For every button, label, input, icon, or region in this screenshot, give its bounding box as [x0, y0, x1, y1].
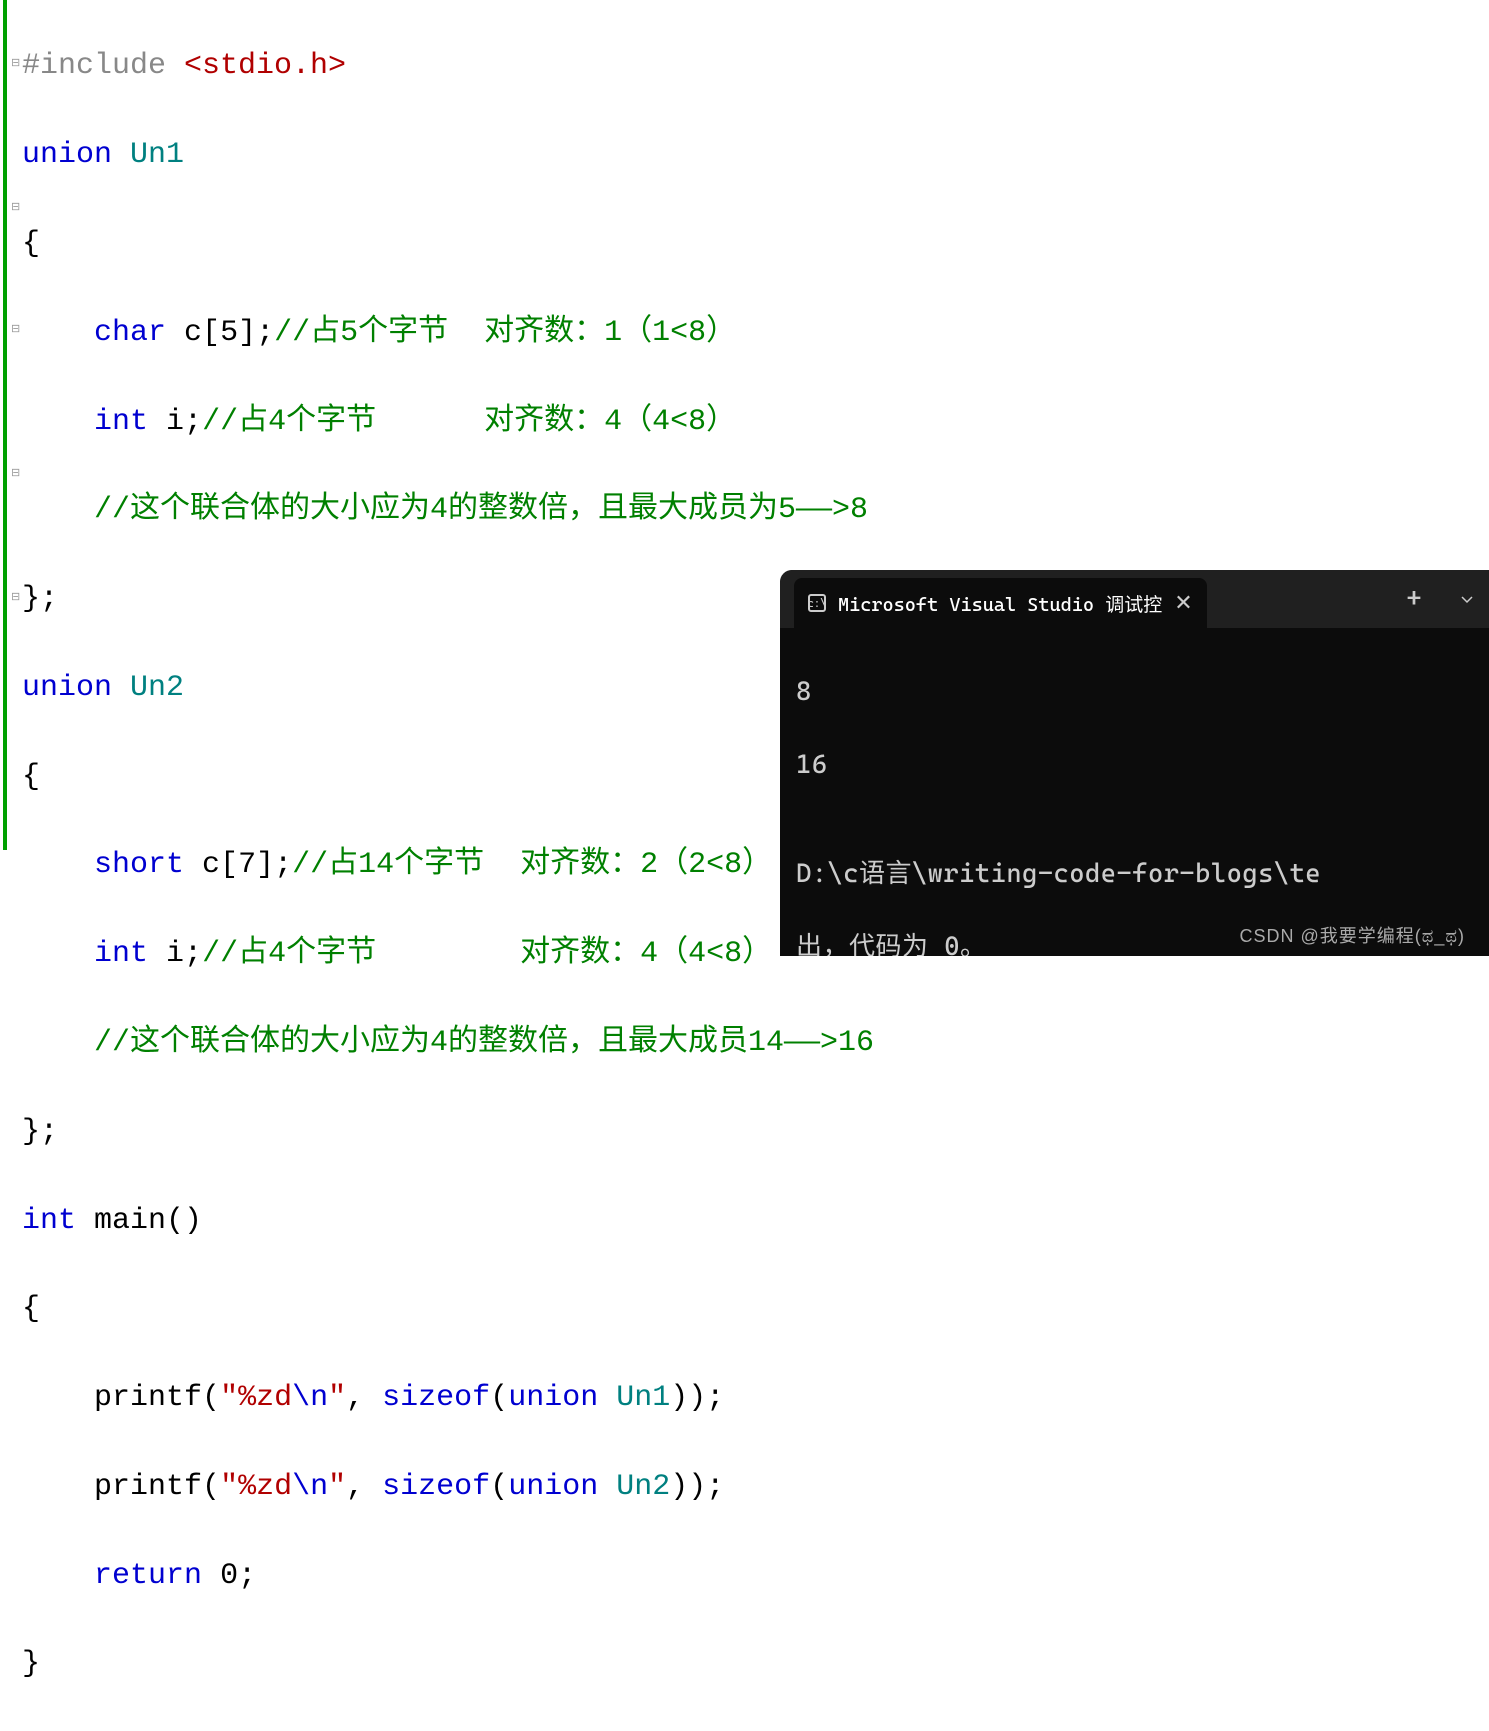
output-line: D:\c语言\writing-code-for-blogs\te: [796, 856, 1473, 892]
terminal-titlebar[interactable]: c:\ Microsoft Visual Studio 调试控 ✕ +: [780, 570, 1489, 628]
output-line: 8: [796, 674, 1473, 710]
code-line: printf("%zd\n", sizeof(union Un2));: [8, 1465, 1489, 1509]
output-line: 16: [796, 747, 1473, 783]
code-line: #include <stdio.h>: [8, 44, 1489, 88]
code-line: return 0;: [8, 1554, 1489, 1598]
chevron-down-icon: [1460, 592, 1474, 606]
terminal-tab-title: Microsoft Visual Studio 调试控: [838, 590, 1162, 617]
code-line: char c[5];//占5个字节 对齐数：1（1<8）: [8, 311, 1489, 355]
code-line: printf("%zd\n", sizeof(union Un1));: [8, 1376, 1489, 1420]
terminal-icon: c:\: [808, 594, 826, 612]
code-line: }: [8, 1642, 1489, 1686]
terminal-window: c:\ Microsoft Visual Studio 调试控 ✕ + 8 16…: [780, 570, 1489, 956]
watermark-text: CSDN @我要学编程(ಥ_ಥ): [1239, 922, 1465, 948]
code-line: {: [8, 222, 1489, 266]
new-tab-button[interactable]: +: [1383, 570, 1445, 628]
terminal-controls: +: [1383, 570, 1489, 628]
terminal-output[interactable]: 8 16 D:\c语言\writing-code-for-blogs\te 出，…: [780, 628, 1489, 956]
code-line: };: [8, 1110, 1489, 1154]
close-icon[interactable]: ✕: [1174, 591, 1192, 616]
code-line: {: [8, 1287, 1489, 1331]
dropdown-button[interactable]: [1445, 570, 1489, 628]
code-line: int i;//占4个字节 对齐数：4（4<8）: [8, 400, 1489, 444]
code-line: union Un1: [8, 133, 1489, 177]
terminal-tab[interactable]: c:\ Microsoft Visual Studio 调试控 ✕: [794, 578, 1207, 628]
code-line: int main(): [8, 1199, 1489, 1243]
code-line: //这个联合体的大小应为4的整数倍，且最大成员14——>16: [8, 1021, 1489, 1065]
code-line: //这个联合体的大小应为4的整数倍，且最大成员为5——>8: [8, 488, 1489, 532]
